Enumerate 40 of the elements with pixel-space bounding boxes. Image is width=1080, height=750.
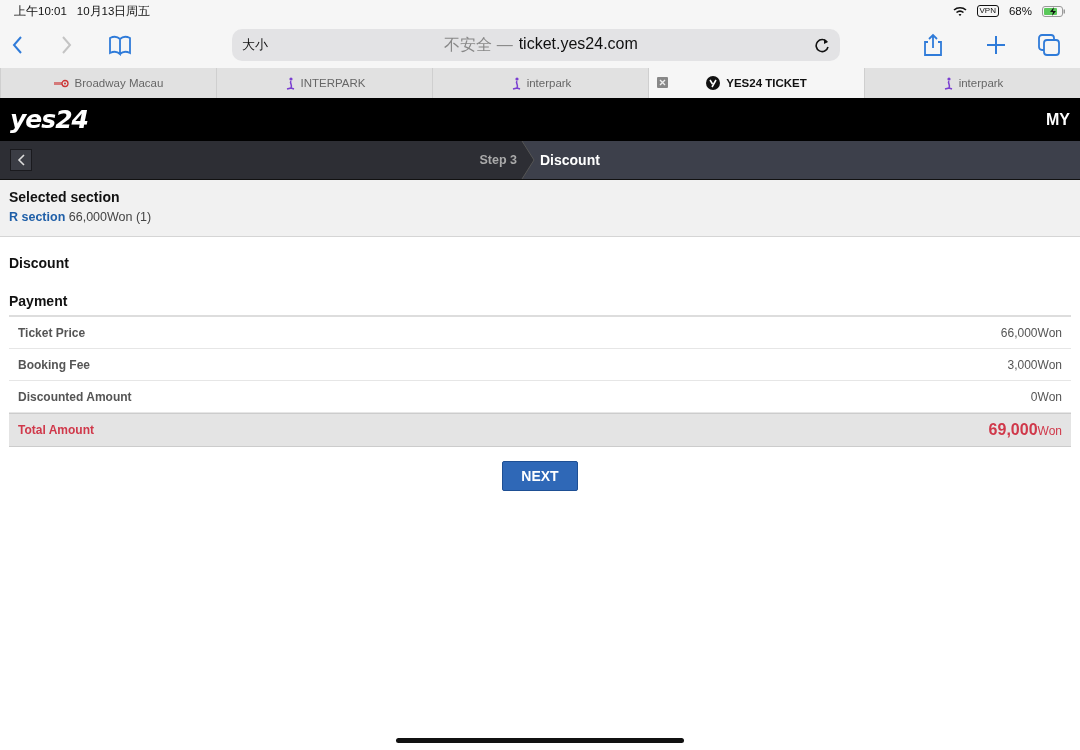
discount-heading: Discount [9, 255, 70, 271]
section-link[interactable]: R section [9, 210, 66, 224]
section-price: 66,000Won (1) [68, 210, 152, 224]
back-button[interactable] [10, 149, 32, 171]
status-date: 10月13日周五 [76, 3, 151, 19]
share-icon[interactable] [922, 33, 944, 57]
wifi-icon [952, 5, 967, 17]
status-time: 上午10:01 [14, 3, 67, 19]
fee-value: 3,000Won [1007, 357, 1062, 372]
tabs-overview-icon[interactable] [1038, 34, 1060, 56]
payment-heading: Payment [9, 293, 69, 309]
vpn-badge: VPN [976, 5, 999, 17]
security-label: 不安全 — [444, 34, 513, 55]
new-tab-icon[interactable] [986, 35, 1006, 55]
step-label: Step 3 [478, 153, 518, 167]
section-heading: Selected section [9, 189, 121, 205]
battery-icon [1042, 5, 1066, 17]
battery-percent: 68% [1008, 5, 1032, 17]
browser-tab[interactable]: YES24 TICKET [648, 68, 864, 98]
site-logo[interactable]: yes24 [10, 105, 88, 134]
fee-value: 66,000Won [1000, 325, 1062, 340]
my-menu-link[interactable]: MY [1046, 110, 1070, 129]
step-title: Discount [540, 152, 600, 168]
url-text: ticket.yes24.com [518, 34, 638, 54]
fee-label: Booking Fee [18, 357, 90, 372]
back-icon [16, 154, 26, 166]
site-icon [53, 78, 69, 88]
close-icon[interactable] [657, 77, 668, 88]
fee-label: Ticket Price [18, 325, 86, 340]
back-icon[interactable] [12, 35, 24, 55]
total-label: Total Amount [18, 423, 94, 437]
next-button[interactable]: NEXT [502, 461, 578, 491]
total-value: 69,000Won [988, 421, 1062, 439]
bookmarks-icon[interactable] [108, 34, 132, 56]
address-bar[interactable]: 大小 不安全 — ticket.yes24.com [232, 29, 840, 61]
reload-icon[interactable] [814, 37, 830, 53]
fee-label: Discounted Amount [18, 389, 132, 404]
fee-value: 0Won [1030, 389, 1062, 404]
text-size-button[interactable]: 大小 [242, 36, 268, 54]
site-icon [706, 76, 721, 90]
